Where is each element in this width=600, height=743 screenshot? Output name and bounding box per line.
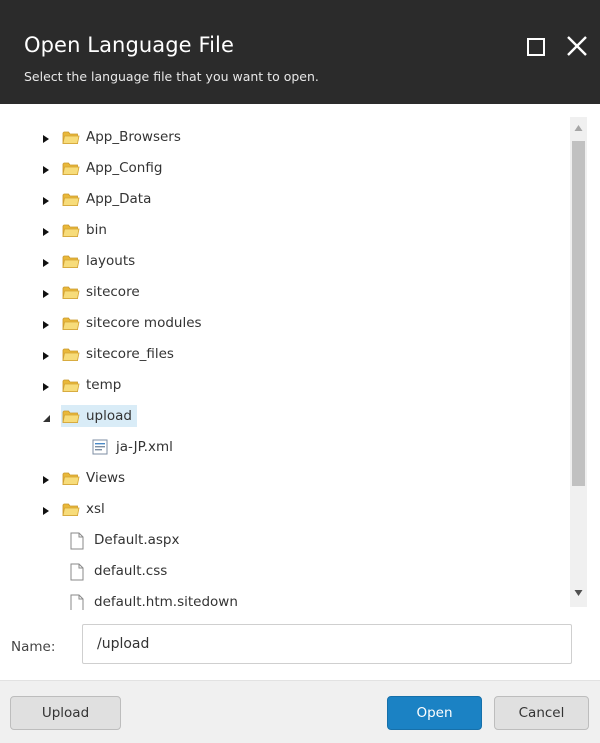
tree-item-label: sitecore modules	[86, 315, 202, 331]
file-icon	[70, 563, 88, 581]
tree-item-label: upload	[86, 408, 132, 424]
scrollbar-thumb[interactable]	[572, 141, 585, 486]
tree-folder-item[interactable]: bin	[41, 218, 112, 242]
tree-item-content[interactable]: temp	[61, 374, 126, 396]
expand-arrow-icon[interactable]	[41, 318, 51, 329]
tree-item-label: Default.aspx	[94, 532, 180, 548]
name-input[interactable]	[82, 624, 572, 664]
tree-item-content[interactable]: Views	[61, 467, 130, 489]
expand-arrow-icon[interactable]	[41, 225, 51, 236]
tree-item-label: ja-JP.xml	[116, 439, 173, 455]
tree-item-label: layouts	[86, 253, 136, 269]
folder-icon	[62, 346, 80, 362]
tree-file-item[interactable]: ja-JP.xml	[91, 435, 178, 459]
file-tree[interactable]: App_Browsers App_Config App_Databin layouts…	[11, 112, 590, 610]
tree-folder-item[interactable]: upload	[41, 404, 137, 428]
tree-scrollbar[interactable]	[570, 117, 587, 607]
tree-folder-item[interactable]: sitecore_files	[41, 342, 179, 366]
tree-item-content[interactable]: default.htm.sitedown	[69, 591, 243, 610]
tree-file-item[interactable]: default.htm.sitedown	[69, 590, 243, 610]
tree-folder-item[interactable]: sitecore modules	[41, 311, 207, 335]
tree-file-item[interactable]: Default.aspx	[69, 528, 184, 552]
tree-item-content[interactable]: App_Browsers	[61, 126, 186, 148]
folder-icon	[62, 470, 80, 486]
collapse-arrow-icon[interactable]	[41, 411, 51, 422]
dialog-title: Open Language File	[24, 33, 235, 57]
expand-arrow-icon[interactable]	[41, 349, 51, 360]
tree-item-content[interactable]: bin	[61, 219, 112, 241]
expand-arrow-icon[interactable]	[41, 256, 51, 267]
scroll-up-icon[interactable]	[574, 124, 583, 133]
tree-folder-item[interactable]: App_Browsers	[41, 125, 186, 149]
folder-icon	[62, 377, 80, 393]
expand-arrow-icon[interactable]	[41, 287, 51, 298]
tree-item-content[interactable]: layouts	[61, 250, 140, 272]
expand-arrow-icon[interactable]	[41, 163, 51, 174]
tree-folder-item[interactable]: App_Data	[41, 187, 156, 211]
tree-item-label: Views	[86, 470, 126, 486]
tree-folder-item[interactable]: layouts	[41, 249, 140, 273]
expand-arrow-icon[interactable]	[41, 504, 51, 515]
tree-item-label: bin	[86, 222, 107, 238]
folder-icon	[62, 501, 80, 517]
folder-icon	[62, 253, 80, 269]
tree-folder-item[interactable]: xsl	[41, 497, 110, 521]
tree-item-label: temp	[86, 377, 122, 393]
tree-item-content[interactable]: ja-JP.xml	[91, 436, 178, 458]
tree-item-label: default.htm.sitedown	[94, 594, 238, 610]
file-icon	[70, 594, 88, 610]
tree-folder-item[interactable]: App_Config	[41, 156, 167, 180]
expand-arrow-icon[interactable]	[41, 473, 51, 484]
name-row: Name:	[0, 618, 600, 674]
folder-icon	[62, 284, 80, 300]
expand-arrow-icon[interactable]	[41, 194, 51, 205]
folder-icon	[62, 191, 80, 207]
expand-arrow-icon[interactable]	[41, 380, 51, 391]
tree-item-label: xsl	[86, 501, 105, 517]
upload-button[interactable]: Upload	[10, 696, 121, 730]
tree-item-content[interactable]: Default.aspx	[69, 529, 184, 551]
tree-item-label: App_Config	[86, 160, 163, 176]
folder-icon	[62, 315, 80, 331]
tree-file-item[interactable]: default.css	[69, 559, 172, 583]
tree-item-content[interactable]: xsl	[61, 498, 110, 520]
close-icon[interactable]	[565, 34, 589, 58]
tree-folder-item[interactable]: temp	[41, 373, 126, 397]
scroll-down-icon[interactable]	[574, 588, 583, 597]
tree-item-content[interactable]: App_Data	[61, 188, 156, 210]
tree-item-content[interactable]: upload	[61, 405, 137, 427]
name-label: Name:	[11, 639, 56, 655]
open-button[interactable]: Open	[387, 696, 482, 730]
folder-icon	[62, 408, 80, 424]
tree-item-label: sitecore_files	[86, 346, 174, 362]
tree-item-content[interactable]: sitecore	[61, 281, 145, 303]
tree-item-content[interactable]: default.css	[69, 560, 172, 582]
tree-folder-item[interactable]: Views	[41, 466, 130, 490]
file-icon	[70, 532, 88, 550]
expand-arrow-icon[interactable]	[41, 132, 51, 143]
maximize-icon[interactable]	[527, 38, 545, 56]
tree-item-content[interactable]: sitecore_files	[61, 343, 179, 365]
dialog-footer: Upload Open Cancel	[0, 680, 600, 743]
tree-item-label: App_Data	[86, 191, 152, 207]
folder-icon	[62, 160, 80, 176]
xml-file-icon	[92, 439, 110, 455]
folder-icon	[62, 129, 80, 145]
tree-item-label: sitecore	[86, 284, 140, 300]
tree-item-label: App_Browsers	[86, 129, 181, 145]
tree-item-content[interactable]: App_Config	[61, 157, 167, 179]
folder-icon	[62, 222, 80, 238]
tree-folder-item[interactable]: sitecore	[41, 280, 145, 304]
dialog-header: Open Language File Select the language f…	[0, 0, 600, 104]
tree-item-label: default.css	[94, 563, 168, 579]
cancel-button[interactable]: Cancel	[494, 696, 589, 730]
dialog-subtitle: Select the language file that you want t…	[24, 69, 319, 84]
tree-item-content[interactable]: sitecore modules	[61, 312, 207, 334]
